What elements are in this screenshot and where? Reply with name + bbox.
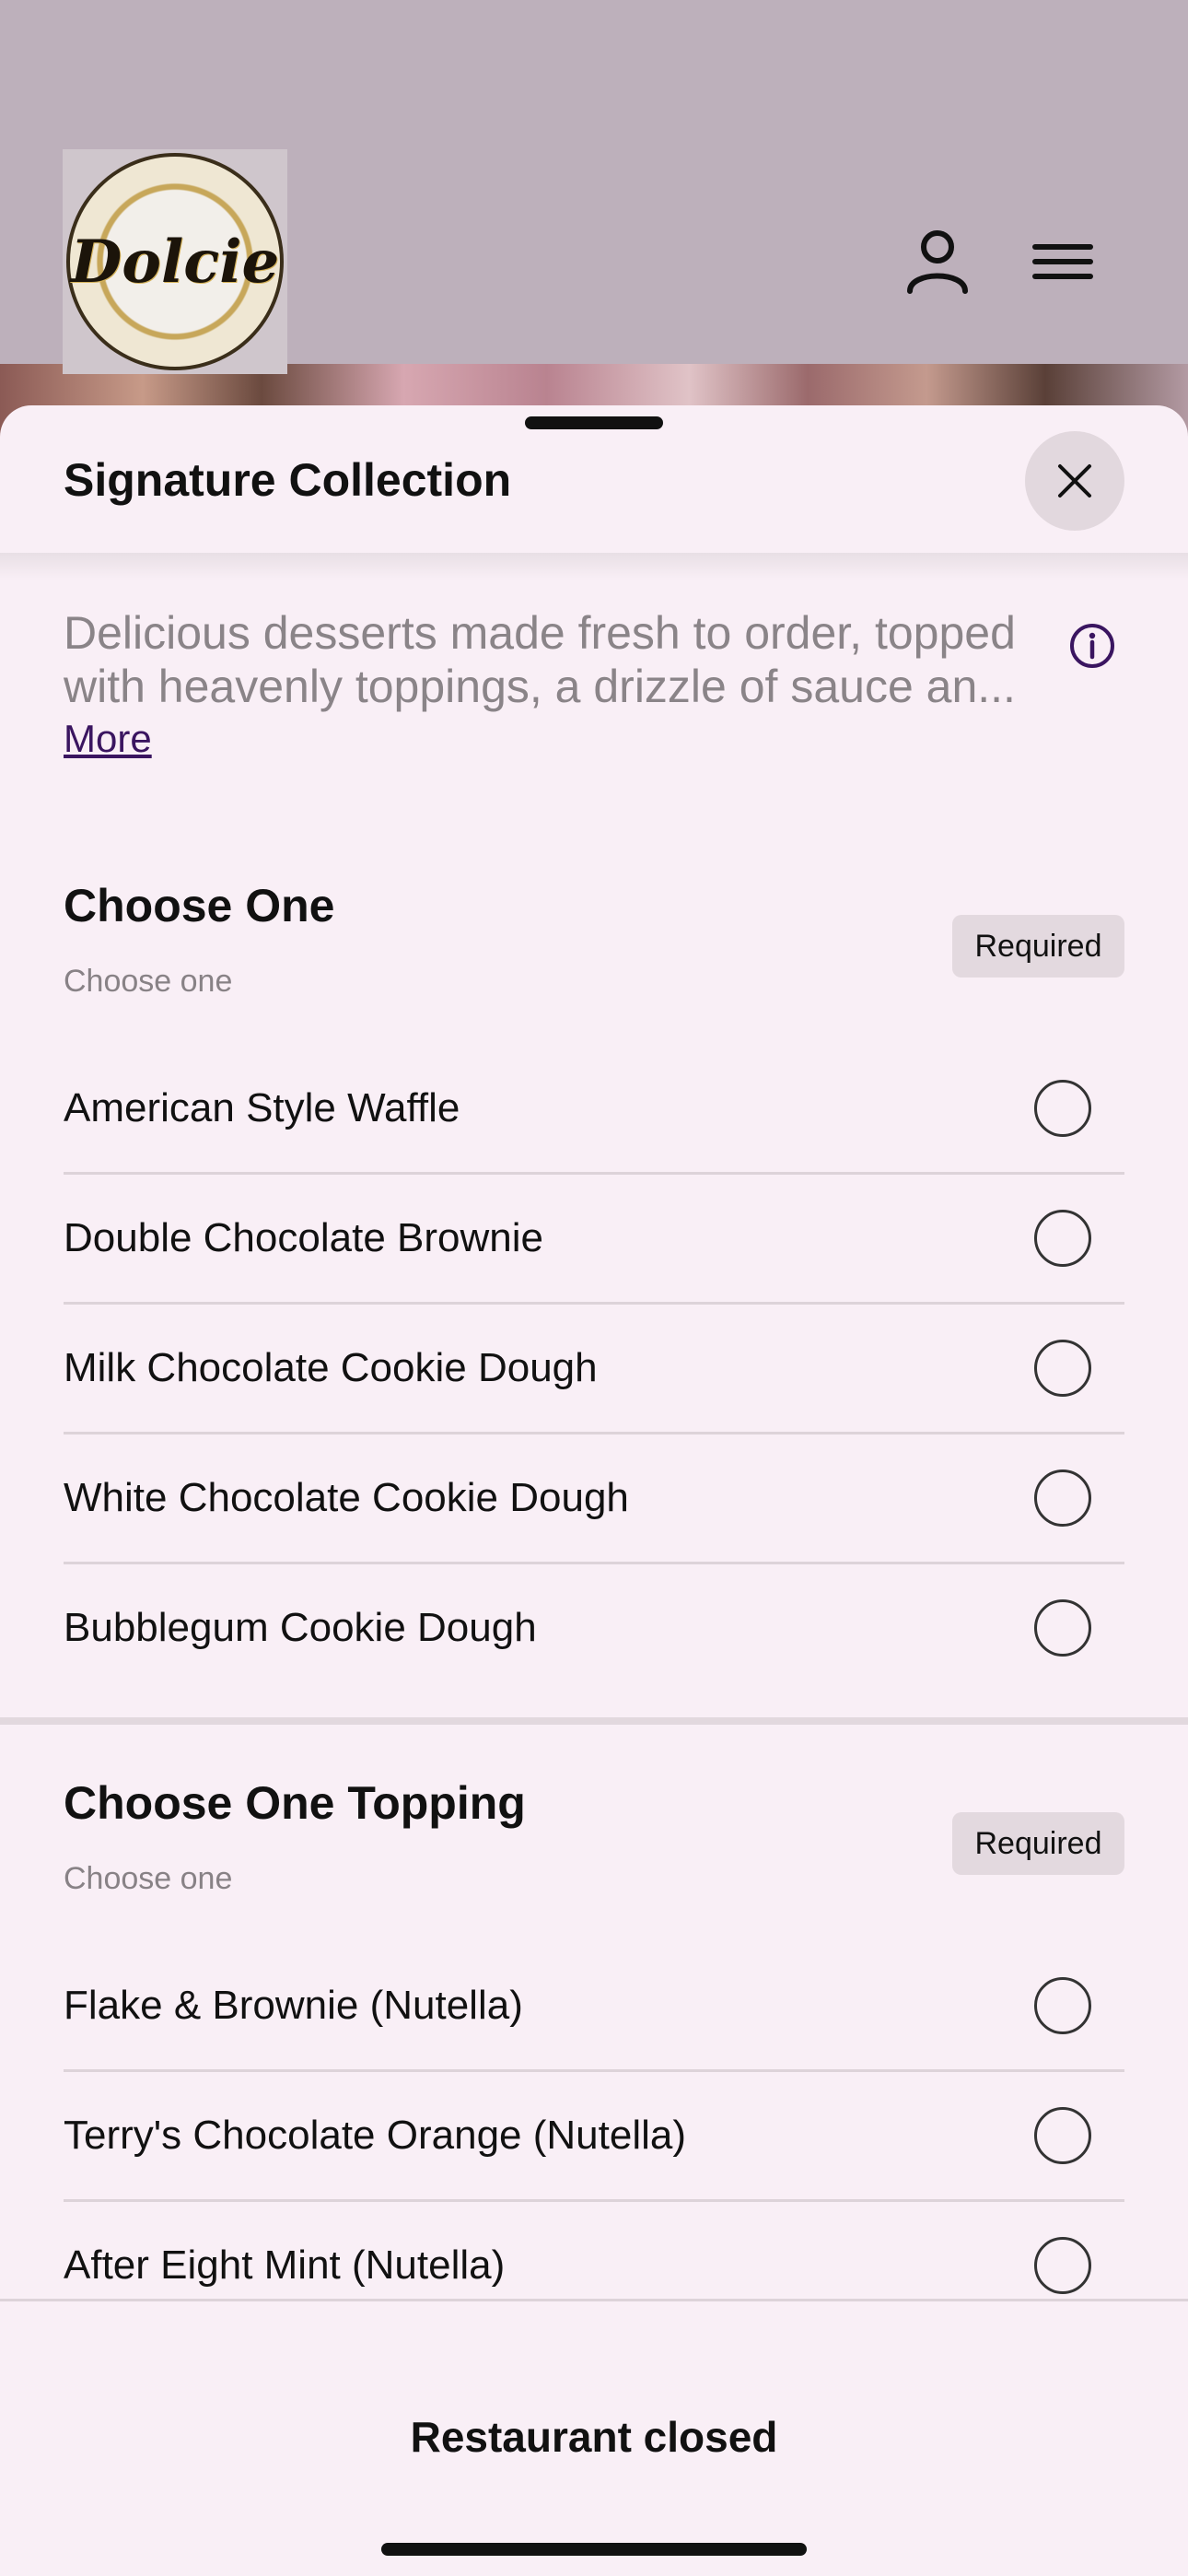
home-indicator[interactable] — [381, 2543, 807, 2556]
user-icon[interactable] — [901, 225, 974, 299]
radio-button[interactable] — [1034, 1599, 1091, 1657]
option-label: Flake & Brownie (Nutella) — [64, 1983, 523, 2028]
section-title-choose-one: Choose One — [64, 880, 335, 931]
close-button[interactable] — [1025, 431, 1124, 531]
radio-button[interactable] — [1034, 1210, 1091, 1267]
option-label: After Eight Mint (Nutella) — [64, 2242, 506, 2288]
option-row[interactable]: Bubblegum Cookie Dough — [64, 1564, 1124, 1694]
section-divider — [0, 1717, 1188, 1725]
sheet-title: Signature Collection — [64, 454, 512, 506]
sheet-grabber[interactable] — [525, 416, 663, 429]
option-label: Double Chocolate Brownie — [64, 1215, 543, 1260]
radio-button[interactable] — [1034, 1469, 1091, 1527]
item-options-sheet: Signature Collection Delicious desserts … — [0, 405, 1188, 2576]
option-label: American Style Waffle — [64, 1085, 460, 1130]
option-label: White Chocolate Cookie Dough — [64, 1475, 629, 1520]
radio-button[interactable] — [1034, 1080, 1091, 1137]
option-label: Bubblegum Cookie Dough — [64, 1605, 537, 1650]
section-title-choose-topping: Choose One Topping — [64, 1777, 526, 1829]
radio-button[interactable] — [1034, 2237, 1091, 2294]
close-icon — [1058, 464, 1091, 498]
option-label: Terry's Chocolate Orange (Nutella) — [64, 2113, 687, 2158]
required-badge: Required — [952, 915, 1124, 978]
description-line-2: with heavenly toppings, a drizzle of sau… — [64, 661, 1016, 712]
header-divider-shadow — [0, 553, 1188, 580]
radio-button[interactable] — [1034, 1340, 1091, 1397]
logo-wordmark: Dolcie — [70, 227, 280, 297]
restaurant-status: Restaurant closed — [410, 2413, 778, 2461]
option-row[interactable]: Milk Chocolate Cookie Dough — [64, 1305, 1124, 1434]
section-subtitle: Choose one — [64, 964, 233, 999]
description-line-1: Delicious desserts made fresh to order, … — [64, 607, 1016, 659]
option-row[interactable]: White Chocolate Cookie Dough — [64, 1434, 1124, 1564]
option-row[interactable]: Terry's Chocolate Orange (Nutella) — [64, 2072, 1124, 2202]
section-subtitle: Choose one — [64, 1861, 233, 1896]
info-icon[interactable] — [1068, 622, 1116, 670]
sheet-footer: Restaurant closed — [0, 2299, 1188, 2576]
option-row[interactable]: American Style Waffle — [64, 1045, 1124, 1175]
option-row[interactable]: Double Chocolate Brownie — [64, 1175, 1124, 1305]
item-description: Delicious desserts made fresh to order, … — [64, 606, 1077, 713]
logo-seal: Dolcie — [66, 153, 284, 370]
more-link[interactable]: More — [64, 717, 152, 761]
option-row[interactable]: Flake & Brownie (Nutella) — [64, 1942, 1124, 2072]
option-label: Milk Chocolate Cookie Dough — [64, 1345, 598, 1390]
dolcie-logo[interactable]: Dolcie — [63, 149, 287, 374]
radio-button[interactable] — [1034, 1977, 1091, 2034]
radio-button[interactable] — [1034, 2107, 1091, 2164]
required-badge: Required — [952, 1812, 1124, 1875]
menu-icon[interactable] — [1026, 225, 1100, 299]
